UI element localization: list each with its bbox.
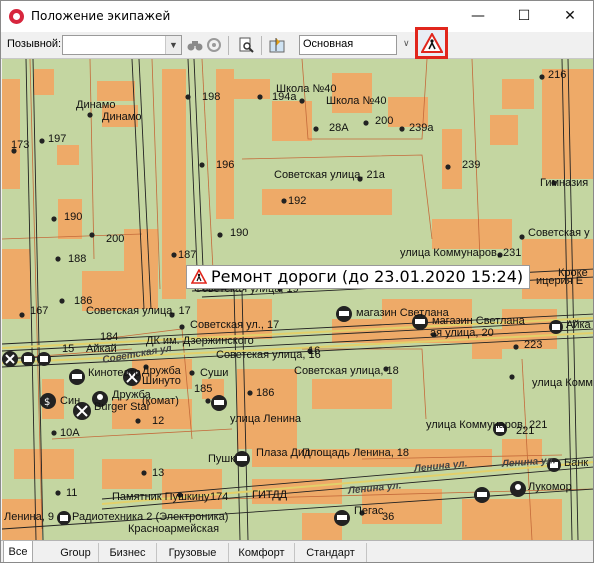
- road-works-popup[interactable]: Ремонт дороги (до 23.01.2020 15:24): [186, 265, 531, 289]
- map-label: улица Коммуна: [532, 377, 594, 389]
- map-label: Син: [60, 395, 81, 407]
- map-label: 184: [100, 331, 119, 343]
- map-label: Гимназия: [540, 177, 589, 189]
- chevron-down-icon[interactable]: ∨: [403, 38, 410, 49]
- tab-group[interactable]: Group: [53, 543, 99, 562]
- map-label: 187: [178, 249, 197, 261]
- map-label: 185: [194, 383, 213, 395]
- layer-value: Основная: [303, 38, 354, 50]
- chevron-down-icon[interactable]: ▼: [165, 36, 181, 54]
- map-label: улица Ленина: [230, 413, 302, 425]
- map-label: 15: [62, 343, 75, 355]
- map-label: Советская улица, 21а: [274, 169, 385, 181]
- map-label: ГИТДД: [252, 489, 288, 501]
- map-label: 190: [230, 227, 249, 239]
- map-label: Советская ул., 17: [190, 319, 280, 331]
- title-bar: Положение экипажей — ☐ ✕: [1, 1, 593, 32]
- tab-bar: Все Group Бизнес Грузовые Комфорт Станда…: [1, 540, 593, 562]
- window-title: Положение экипажей: [31, 9, 171, 23]
- map-label: 197: [48, 133, 67, 145]
- map-label: Советская улица, 18: [294, 365, 399, 377]
- tab-all[interactable]: Все: [3, 541, 33, 562]
- map-label: 174: [210, 491, 229, 503]
- map-label: Советская у: [528, 227, 590, 239]
- map-label: Площадь Ленина, 18: [302, 447, 410, 459]
- map-label: 198: [202, 91, 221, 103]
- map-label: Лукомор: [528, 481, 572, 493]
- map-label: 223: [524, 339, 543, 351]
- map-label: 188: [68, 253, 87, 265]
- map-label: 216: [548, 69, 567, 81]
- map-label: 10А: [60, 427, 80, 439]
- map-label: 239а: [409, 122, 434, 134]
- road-works-icon: [191, 269, 207, 284]
- map-label: ая улица, 20: [430, 327, 494, 339]
- map-label: Динамо: [76, 99, 116, 111]
- tab-business[interactable]: Бизнес: [99, 543, 157, 562]
- map-label: ицерия Е: [536, 275, 584, 287]
- map-label: 192: [288, 195, 307, 207]
- map-label: 16: [308, 345, 321, 357]
- road-works-icon: [420, 33, 443, 53]
- map-label: 239: [462, 159, 481, 171]
- map-label: Банк: [564, 457, 589, 469]
- map-label: Советская улица, 17: [86, 305, 191, 317]
- toolbar-separator: [228, 36, 229, 55]
- map-label: 200: [375, 115, 394, 127]
- callsign-combo[interactable]: ▼: [62, 35, 182, 55]
- map-label: Советская улица, 16: [216, 349, 321, 361]
- tab-cargo[interactable]: Грузовые: [157, 543, 229, 562]
- toolbar-separator: [261, 36, 262, 55]
- map-label: Школа №40: [326, 95, 387, 107]
- map-label: Пушк: [208, 453, 236, 465]
- road-works-button[interactable]: [415, 27, 448, 59]
- popup-text: Ремонт дороги (до 23.01.2020 15:24): [211, 267, 524, 286]
- document-search-icon[interactable]: [237, 36, 255, 54]
- map-label: Кинотеатр: [88, 367, 141, 379]
- map-label: 28А: [329, 122, 349, 134]
- locate-icon[interactable]: [205, 36, 223, 54]
- minimize-button[interactable]: —: [455, 1, 501, 31]
- map-label: Школа №40: [276, 83, 337, 95]
- map-label: 12: [152, 415, 165, 427]
- toolbar: Позывной: ▼ Основная ∨: [1, 32, 593, 59]
- tab-comfort[interactable]: Комфорт: [229, 543, 295, 562]
- map-label: Айка: [566, 319, 591, 331]
- close-button[interactable]: ✕: [547, 1, 593, 31]
- search-binoculars-icon[interactable]: [186, 36, 204, 54]
- map-label: магазин Светлана: [432, 315, 525, 327]
- map-label: 196: [216, 159, 235, 171]
- map-label: Памятник Пушкину: [112, 491, 210, 503]
- layer-combo[interactable]: Основная: [299, 35, 397, 55]
- map-label: (комат): [142, 395, 179, 407]
- tab-standard[interactable]: Стандарт: [295, 543, 367, 562]
- map-label: Ленина, 9: [4, 511, 54, 523]
- map-label: 11: [66, 487, 78, 499]
- map-label: 167: [30, 305, 49, 317]
- map-label: 186: [256, 387, 275, 399]
- map-label: Динамо: [102, 111, 142, 123]
- app-icon: [9, 9, 24, 24]
- map-pin-icon[interactable]: [268, 36, 286, 54]
- map-view[interactable]: $ 198 194а Школа №40 Школа №40 Динамо Ди…: [2, 59, 594, 540]
- maximize-button[interactable]: ☐: [501, 1, 547, 31]
- map-label: улица Коммунаров, 231: [400, 247, 522, 259]
- map-label: Суши: [200, 367, 229, 379]
- map-label: Красноармейская: [128, 523, 220, 535]
- callsign-label: Позывной:: [7, 38, 62, 50]
- map-label: 36: [382, 511, 395, 523]
- app-window: Положение экипажей — ☐ ✕ Позывной: ▼ Осн…: [0, 0, 594, 563]
- map-label: Радиотехника 2 (Электроника): [72, 511, 229, 523]
- map-label: Пегас: [354, 505, 384, 517]
- svg-text:$: $: [44, 397, 50, 408]
- map-label: Шинуто: [142, 375, 181, 387]
- map-label: 221: [516, 425, 535, 437]
- map-label: 13: [152, 467, 165, 479]
- map-label: 190: [64, 211, 83, 223]
- map-label: 173: [11, 139, 30, 151]
- map-label: 200: [106, 233, 125, 245]
